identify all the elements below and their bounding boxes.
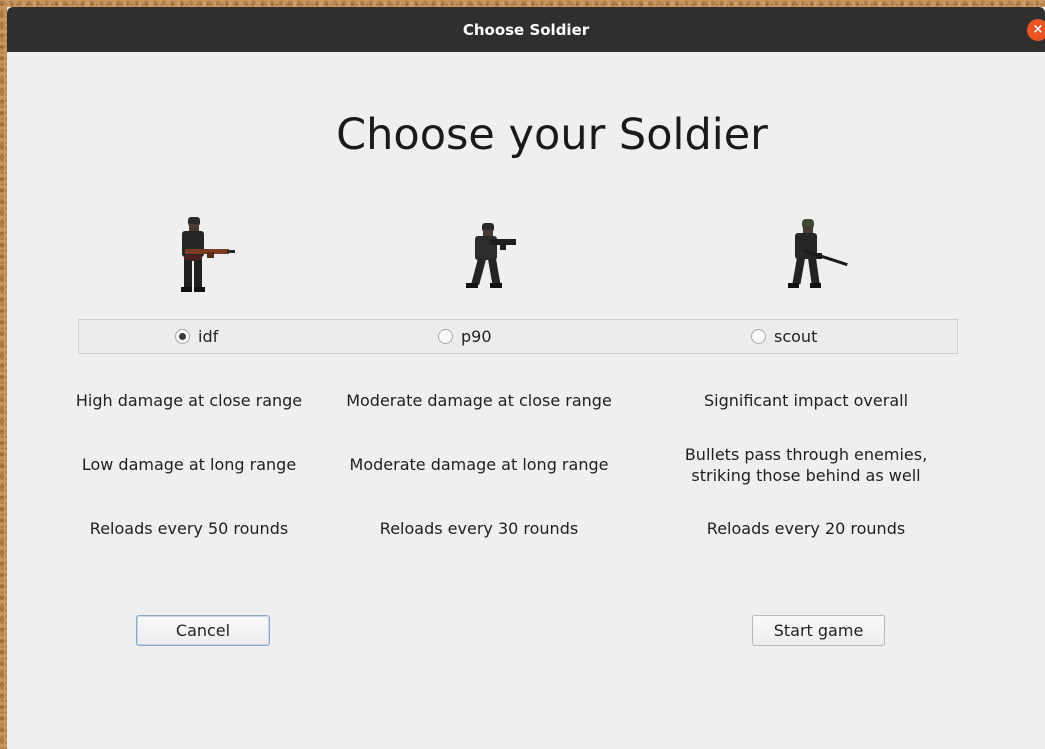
- soldier-smg-icon: [466, 223, 516, 288]
- choose-soldier-dialog: Choose Soldier × Choose your Soldier idf…: [7, 7, 1045, 749]
- window-title: Choose Soldier: [462, 21, 590, 39]
- scout-reload-text: Reloads every 20 rounds: [706, 519, 906, 538]
- idf-reload-text: Reloads every 50 rounds: [89, 519, 289, 538]
- idf-long-range-text: Low damage at long range: [81, 455, 297, 474]
- cancel-button[interactable]: Cancel: [136, 615, 270, 646]
- radio-button[interactable]: [438, 329, 453, 344]
- scout-penetration-text: Bullets pass through enemies, striking t…: [684, 445, 928, 485]
- p90-reload-text: Reloads every 30 rounds: [379, 519, 579, 538]
- p90-close-range-text: Moderate damage at close range: [346, 391, 612, 410]
- soldier-rifle-icon: [181, 217, 235, 292]
- p90-long-range-text: Moderate damage at long range: [349, 455, 609, 474]
- close-icon[interactable]: ×: [1027, 19, 1045, 41]
- radio-button-checked[interactable]: [175, 329, 190, 344]
- radio-label: idf: [198, 327, 219, 346]
- radio-idf[interactable]: idf: [175, 327, 218, 346]
- radio-label: scout: [774, 327, 818, 346]
- scout-impact-text: Significant impact overall: [703, 391, 909, 410]
- start-game-button[interactable]: Start game: [752, 615, 885, 646]
- radio-scout[interactable]: scout: [751, 327, 817, 346]
- radio-button[interactable]: [751, 329, 766, 344]
- page-title: Choose your Soldier: [336, 110, 768, 160]
- idf-close-range-text: High damage at close range: [75, 391, 303, 410]
- radio-label: p90: [461, 327, 492, 346]
- soldier-sniper-icon: [788, 219, 848, 288]
- soldier-radio-group: idf p90 scout: [78, 319, 958, 354]
- titlebar[interactable]: Choose Soldier ×: [7, 7, 1045, 52]
- radio-p90[interactable]: p90: [438, 327, 492, 346]
